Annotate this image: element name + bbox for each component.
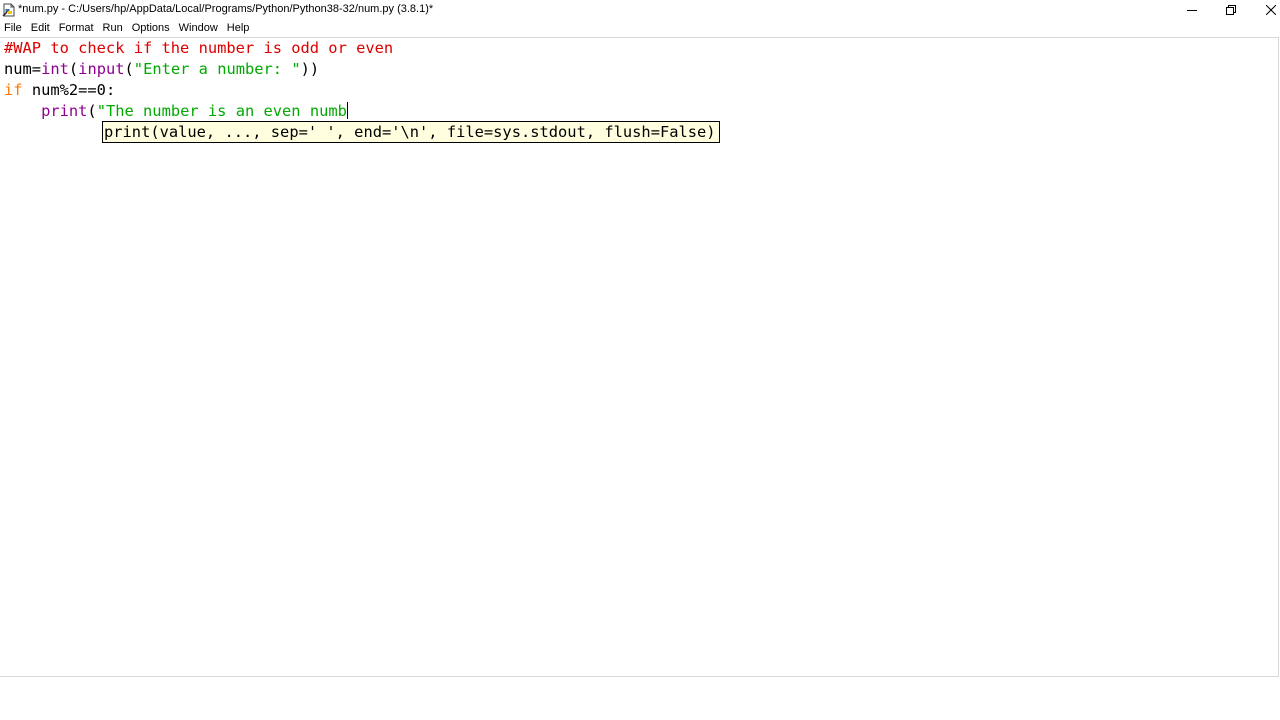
status-bar: [0, 678, 1280, 720]
minimize-icon: [1187, 10, 1197, 11]
code-token-default: )): [300, 60, 320, 78]
code-line[interactable]: if num%2==0:: [4, 80, 393, 101]
code-token-string: "Enter a number: ": [133, 60, 301, 78]
title-bar[interactable]: *num.py - C:/Users/hp/AppData/Local/Prog…: [0, 0, 1280, 20]
menu-bar: File Edit Format Run Options Window Help: [0, 20, 1280, 37]
code-line[interactable]: #WAP to check if the number is odd or ev…: [4, 38, 393, 59]
code-token-builtin: print: [41, 102, 88, 120]
code-token-string: "The number is an even numb: [96, 102, 347, 120]
code-token-default: (: [124, 60, 134, 78]
idle-editor-window: *num.py - C:/Users/hp/AppData/Local/Prog…: [0, 0, 1280, 720]
close-icon: [1266, 5, 1276, 15]
code-token-builtin: int: [41, 60, 69, 78]
code-token-default: [4, 102, 41, 120]
close-button[interactable]: [1251, 0, 1280, 20]
menu-edit[interactable]: Edit: [27, 20, 54, 37]
menu-window[interactable]: Window: [175, 20, 222, 37]
minimize-button[interactable]: [1172, 0, 1212, 20]
code-text[interactable]: #WAP to check if the number is odd or ev…: [4, 38, 393, 122]
text-cursor: [346, 102, 348, 119]
code-token-keyword: if: [4, 81, 23, 99]
code-token-builtin: input: [78, 60, 125, 78]
code-token-default: (: [87, 102, 97, 120]
code-token-default: (: [68, 60, 79, 78]
menu-file[interactable]: File: [0, 20, 26, 37]
menu-help[interactable]: Help: [223, 20, 254, 37]
code-line[interactable]: num=int(input("Enter a number: ")): [4, 59, 393, 80]
code-line[interactable]: print("The number is an even numb: [4, 101, 393, 122]
window-title: *num.py - C:/Users/hp/AppData/Local/Prog…: [18, 3, 434, 15]
code-token-comment: #WAP to check if the number is odd or ev…: [4, 39, 394, 57]
menu-run[interactable]: Run: [99, 20, 127, 37]
idle-file-icon: [2, 2, 16, 17]
restore-button[interactable]: [1211, 0, 1251, 20]
restore-icon: [1226, 5, 1236, 15]
menu-options[interactable]: Options: [128, 20, 174, 37]
calltip-tooltip: print(value, ..., sep=' ', end='\n', fil…: [102, 121, 720, 143]
menu-format[interactable]: Format: [55, 20, 98, 37]
code-token-default: num%2==0:: [22, 81, 116, 99]
code-token-default: num=: [4, 60, 42, 78]
